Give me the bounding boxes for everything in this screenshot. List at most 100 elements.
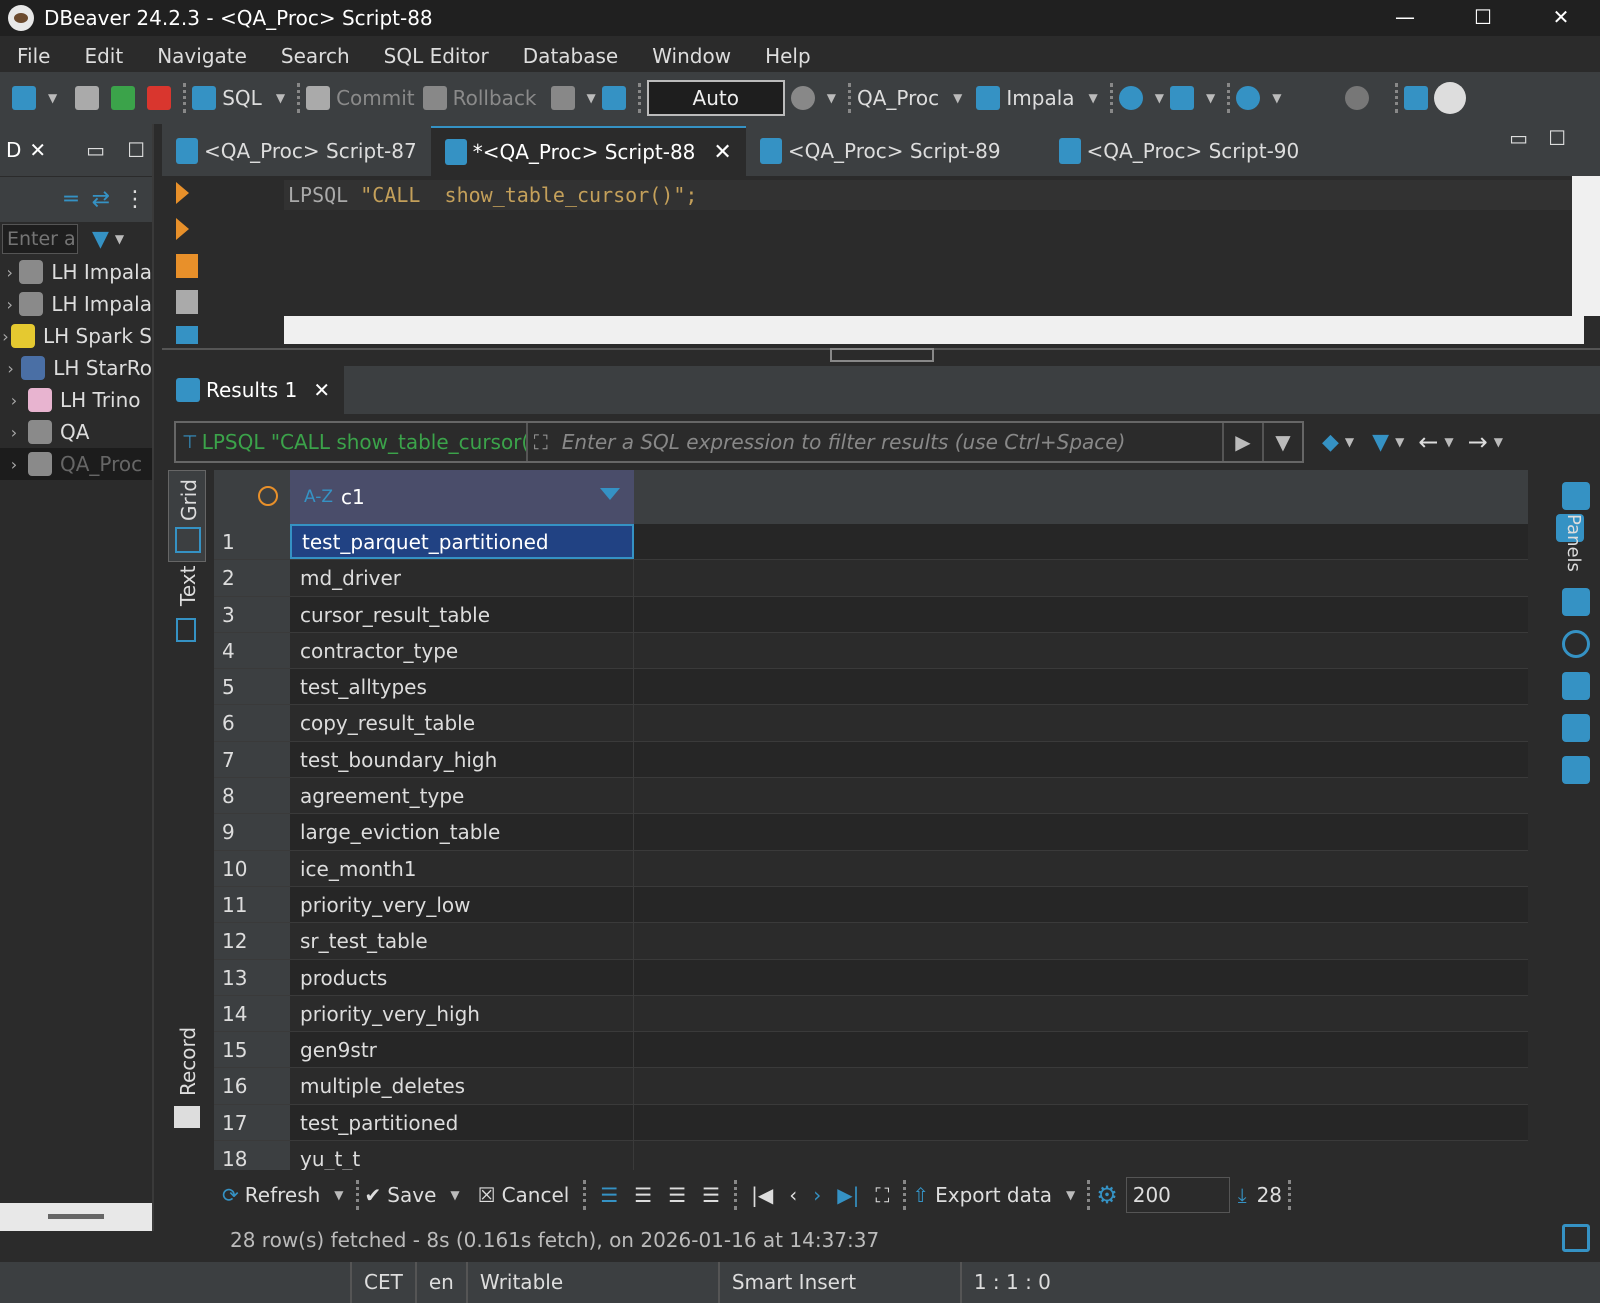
edit-row-icon[interactable]: ☰ — [600, 1183, 618, 1207]
schema-selector[interactable]: Impala — [976, 86, 1075, 110]
chevron-down-icon[interactable]: ▼ — [953, 91, 962, 105]
fetch-all-icon[interactable]: ⛶ — [875, 1183, 889, 1207]
row-number[interactable]: 3 — [214, 596, 290, 632]
metadata-icon[interactable] — [1562, 714, 1590, 742]
cell-c1[interactable]: contractor_type — [290, 632, 634, 669]
minimize-view-icon[interactable]: ▭ — [86, 138, 105, 162]
row-number[interactable]: 18 — [214, 1141, 290, 1170]
row-number[interactable]: 12 — [214, 923, 290, 959]
chevron-down-icon[interactable]: ▼ — [48, 91, 57, 105]
tree-item[interactable]: › LH Spark S — [0, 320, 152, 352]
tab-script-87[interactable]: <QA_Proc> Script-87 — [162, 126, 431, 176]
chevron-down-icon[interactable]: ▼ — [1444, 435, 1453, 449]
gear-icon[interactable]: ⚙ — [1096, 1181, 1118, 1209]
commit-button[interactable]: Commit — [306, 86, 415, 110]
splitter-handle[interactable] — [830, 348, 934, 362]
fetch-size-input[interactable]: 200 — [1125, 1177, 1230, 1213]
navigator-tab[interactable]: D ✕ ▭ ☐ — [0, 124, 152, 176]
cell-c1[interactable]: test_boundary_high — [290, 741, 634, 778]
chevron-down-icon[interactable]: ▼ — [1155, 91, 1164, 105]
history-icon[interactable] — [790, 86, 815, 110]
navigator-filter-input[interactable] — [2, 224, 78, 254]
tab-results-1[interactable]: Results 1 ✕ — [162, 366, 345, 414]
cell-c1[interactable]: copy_result_table — [290, 705, 634, 741]
cell-c1[interactable]: multiple_deletes — [290, 1068, 634, 1104]
close-icon[interactable]: ✕ — [29, 138, 46, 162]
expand-icon[interactable]: ⛶ — [528, 430, 554, 454]
row-number[interactable]: 14 — [214, 995, 290, 1032]
chevron-down-icon[interactable]: ▼ — [1089, 91, 1098, 105]
fetch-next-icon[interactable]: ⤓ — [1238, 1183, 1247, 1207]
execute-script-icon[interactable] — [176, 254, 198, 278]
table-row[interactable]: 12 sr_test_table — [214, 923, 1528, 960]
add-row-icon[interactable]: ☰ — [634, 1183, 652, 1207]
tab-script-90[interactable]: <QA_Proc> Script-90 — [1045, 126, 1314, 176]
close-button[interactable]: ✕ — [1522, 0, 1600, 36]
table-row[interactable]: 8 agreement_type — [214, 778, 1528, 815]
panels-toggle-icon[interactable] — [1562, 482, 1590, 510]
cell-c1[interactable]: cursor_result_table — [290, 596, 634, 632]
chevron-down-icon[interactable]: ▼ — [1494, 435, 1503, 449]
last-page-icon[interactable]: ▶| — [837, 1183, 859, 1207]
chevron-right-icon[interactable]: › — [0, 263, 19, 282]
back-arrow-icon[interactable]: ← — [1418, 428, 1438, 456]
chevron-right-icon[interactable]: › — [0, 327, 11, 346]
filter-history-dropdown[interactable]: ▼ — [1262, 423, 1302, 461]
row-number[interactable]: 10 — [214, 850, 290, 886]
table-row[interactable]: 17 test_partitioned — [214, 1104, 1528, 1142]
chevron-down-icon[interactable]: ▼ — [1395, 435, 1404, 449]
tab-script-89[interactable]: <QA_Proc> Script-89 — [746, 126, 1015, 176]
tree-item[interactable]: › QA_Proc — [0, 448, 152, 480]
vertical-scrollbar[interactable] — [1572, 176, 1600, 316]
table-row[interactable]: 5 test_alltypes — [214, 669, 1528, 706]
row-number[interactable]: 8 — [214, 778, 290, 814]
lock-icon[interactable] — [601, 86, 626, 110]
minimize-button[interactable]: — — [1366, 0, 1444, 36]
chevron-down-icon[interactable]: ▼ — [827, 91, 836, 105]
menu-search[interactable]: Search — [264, 44, 367, 68]
row-number[interactable]: 6 — [214, 705, 290, 741]
copy-row-icon[interactable]: ☰ — [668, 1183, 686, 1207]
maximize-view-icon[interactable]: ☐ — [127, 138, 145, 162]
explain-plan-icon[interactable] — [176, 290, 198, 314]
table-row[interactable]: 9 large_eviction_table — [214, 814, 1528, 851]
link-editor-icon[interactable]: ⇄ — [92, 187, 110, 212]
tree-item[interactable]: › QA — [0, 416, 152, 448]
panel-layout-icon[interactable] — [1562, 1224, 1590, 1252]
cell-c1[interactable]: priority_very_high — [290, 995, 634, 1032]
chevron-down-icon[interactable]: ▼ — [1206, 91, 1215, 105]
menu-navigate[interactable]: Navigate — [140, 44, 264, 68]
delete-row-icon[interactable]: ☰ — [702, 1183, 720, 1207]
eraser-icon[interactable]: ◆ — [1322, 430, 1339, 455]
cell-c1[interactable]: md_driver — [290, 560, 634, 596]
previous-page-icon[interactable]: ‹ — [789, 1183, 797, 1207]
table-row[interactable]: 4 contractor_type — [214, 632, 1528, 670]
chevron-right-icon[interactable]: › — [0, 423, 28, 442]
table-row[interactable]: 18 yu_t_t — [214, 1141, 1528, 1170]
cell-c1[interactable]: gen9str — [290, 1032, 634, 1068]
erd-icon[interactable] — [1170, 86, 1195, 110]
cell-c1[interactable]: large_eviction_table — [290, 814, 634, 850]
global-search-icon[interactable] — [1345, 86, 1370, 110]
tree-item[interactable]: › LH Trino — [0, 384, 152, 416]
tab-record[interactable]: Record — [168, 1027, 206, 1140]
datasource-selector[interactable]: QA_Proc — [857, 86, 939, 110]
chevron-down-icon[interactable]: ▼ — [587, 91, 596, 105]
maximize-button[interactable]: ☐ — [1444, 0, 1522, 36]
chevron-down-icon[interactable]: ▼ — [1272, 91, 1281, 105]
menu-window[interactable]: Window — [635, 44, 748, 68]
filter-icon[interactable]: ▼ — [92, 227, 109, 252]
sql-button[interactable]: SQL — [192, 86, 262, 110]
table-row[interactable]: 1 test_parquet_partitioned — [214, 524, 1528, 561]
editor-results-splitter[interactable] — [162, 348, 1600, 362]
chevron-right-icon[interactable]: › — [0, 455, 28, 474]
table-row[interactable]: 13 products — [214, 959, 1528, 996]
row-number[interactable]: 11 — [214, 886, 290, 923]
chevron-down-icon[interactable]: ▼ — [1066, 1188, 1075, 1202]
chevron-down-icon[interactable]: ▼ — [450, 1188, 459, 1202]
table-row[interactable]: 3 cursor_result_table — [214, 596, 1528, 633]
refresh-button[interactable]: ⟳ Refresh — [222, 1183, 320, 1207]
table-row[interactable]: 16 multiple_deletes — [214, 1068, 1528, 1105]
select-all-icon[interactable] — [258, 486, 278, 506]
table-row[interactable]: 2 md_driver — [214, 560, 1528, 597]
